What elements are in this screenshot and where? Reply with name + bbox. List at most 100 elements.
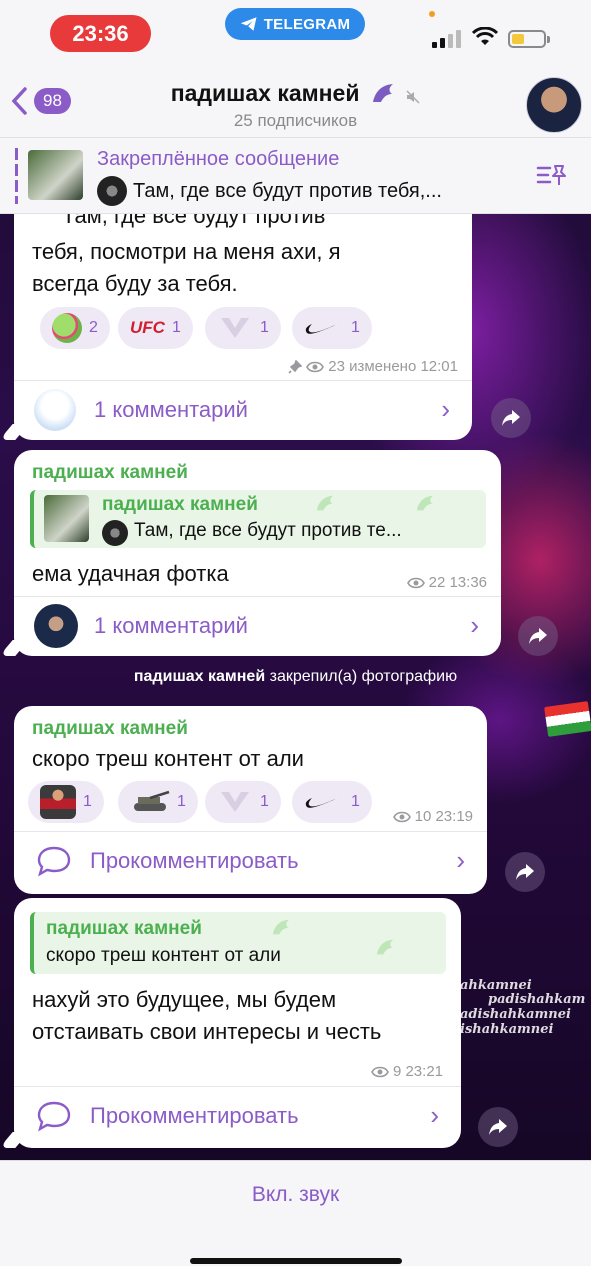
watermark-emblem-icon xyxy=(272,919,290,935)
message-meta: 23 изменено 12:01 xyxy=(288,358,458,375)
comment-button[interactable]: Прокомментировать › xyxy=(14,831,487,889)
reply-sender: падишах камней xyxy=(46,918,202,939)
telegram-pill[interactable]: TELEGRAM xyxy=(225,8,365,40)
watermark-text: ahkamnei xyxy=(460,978,532,993)
status-time[interactable]: 23:36 xyxy=(50,15,151,52)
nike-swoosh-icon xyxy=(305,322,342,334)
message-meta: 9 23:21 xyxy=(371,1063,443,1080)
reaction-count: 1 xyxy=(260,793,269,810)
pinned-thumbnail xyxy=(28,150,83,200)
share-arrow-icon xyxy=(489,1119,507,1135)
reaction-count: 1 xyxy=(351,319,360,336)
reaction-count: 1 xyxy=(171,319,181,336)
pinned-text: Там, где все будут против тебя,... xyxy=(133,179,442,202)
mic-indicator-dot xyxy=(429,11,435,17)
reaction-chip[interactable]: UFC 1 xyxy=(118,307,193,349)
share-arrow-icon xyxy=(529,628,547,644)
reaction-chip[interactable]: 1 xyxy=(118,781,198,823)
message-bubble[interactable]: падишах камней падишах камней Там, где в… xyxy=(14,450,501,656)
telegram-icon xyxy=(240,17,257,31)
fighter-sticker-icon xyxy=(40,785,76,819)
status-bar: 23:36 TELEGRAM xyxy=(0,0,591,52)
view-count-time: 22 13:36 xyxy=(428,574,487,591)
message-text-line: всегда буду за тебя. xyxy=(32,271,238,296)
reaction-chip[interactable]: 1 xyxy=(292,781,372,823)
reply-text: скоро треш контент от али xyxy=(46,945,281,966)
sender-name: падишах камней xyxy=(32,718,188,739)
view-count-time: 23 изменено 12:01 xyxy=(328,358,458,375)
message-text: скоро треш контент от али xyxy=(32,746,304,771)
reply-mini-avatar xyxy=(102,520,128,546)
pinned-preview: Там, где все будут против тебя,... xyxy=(97,176,442,206)
eye-icon xyxy=(306,361,325,372)
sender-name: падишах камней xyxy=(32,462,188,483)
share-arrow-icon xyxy=(502,410,520,426)
service-text: закрепил(а) фотографию xyxy=(269,668,458,685)
chevron-right-icon: › xyxy=(470,610,479,640)
service-actor: падишах камней xyxy=(133,668,266,685)
comment-bubble-icon xyxy=(37,846,71,877)
message-text-line: отстаивать свои интересы и честь xyxy=(32,1019,382,1044)
unmute-button[interactable]: Вкл. звук xyxy=(0,1183,591,1207)
share-button[interactable] xyxy=(518,616,558,656)
wifi-icon xyxy=(472,27,498,45)
cellular-signal-icon xyxy=(432,30,461,48)
reaction-chip[interactable]: 1 xyxy=(28,781,104,823)
tajik-flag-sticker xyxy=(544,701,591,737)
bottom-bar: Вкл. звук xyxy=(0,1160,591,1266)
eye-icon xyxy=(406,577,425,588)
comments-label: 1 комментарий xyxy=(94,612,248,638)
chat-header: 98 падишах камней 25 подписчиков xyxy=(0,52,591,137)
watermark-text: padishahkam xyxy=(488,992,586,1007)
watermark-text: adishahkamnei xyxy=(460,1007,571,1022)
channel-title[interactable]: падишах камней xyxy=(0,80,591,107)
ufc-logo-icon: UFC xyxy=(130,318,165,337)
grey-emblem-icon xyxy=(221,792,249,812)
comments-button[interactable]: 1 комментарий › xyxy=(14,596,501,654)
subscriber-count: 25 подписчиков xyxy=(233,111,358,130)
channel-avatar[interactable] xyxy=(526,77,582,133)
reaction-count: 1 xyxy=(351,793,360,810)
share-arrow-icon xyxy=(516,864,534,880)
reply-text: Там, где все будут против те... xyxy=(134,520,402,541)
battery-icon xyxy=(508,30,550,48)
view-count-time: 10 23:19 xyxy=(414,808,473,825)
message-text-line: тебя, посмотри на меня ахи, я xyxy=(32,239,341,264)
reaction-chip[interactable]: 1 xyxy=(205,307,281,349)
pin-icon xyxy=(288,359,303,374)
message-text: ема удачная фотка xyxy=(32,561,229,586)
share-button[interactable] xyxy=(505,852,545,892)
pinned-mini-avatar xyxy=(97,176,127,206)
message-bubble[interactable]: падишах камней скоро треш контент от али… xyxy=(14,706,487,894)
reaction-count: 2 xyxy=(89,319,98,336)
reply-preview[interactable]: падишах камней скоро треш контент от али xyxy=(30,912,446,974)
watermark-emblem-icon xyxy=(376,939,394,955)
telegram-pill-label: TELEGRAM xyxy=(263,15,351,33)
reaction-count: 1 xyxy=(83,793,92,810)
comment-bubble-icon xyxy=(37,1101,71,1132)
message-meta: 10 23:19 xyxy=(392,808,473,825)
eye-icon xyxy=(392,811,411,822)
pinned-list-icon[interactable] xyxy=(536,160,568,188)
comments-button[interactable]: 1 комментарий › xyxy=(14,380,472,438)
message-text-partial: Там, где все будут против xyxy=(62,214,326,228)
message-bubble[interactable]: падишах камней скоро треш контент от али… xyxy=(14,898,461,1148)
reaction-chip[interactable]: 1 xyxy=(292,307,372,349)
watermark-text: ishahkamnei xyxy=(460,1022,554,1037)
reaction-chip[interactable]: 2 xyxy=(40,307,110,349)
message-bubble[interactable]: Там, где все будут против тебя, посмотри… xyxy=(14,214,472,440)
grey-emblem-icon xyxy=(221,318,249,338)
commenter-avatar xyxy=(34,388,76,431)
reaction-chip[interactable]: 1 xyxy=(205,781,281,823)
watermark-emblem-icon xyxy=(316,495,334,511)
pinned-title: Закреплённое сообщение xyxy=(97,148,340,170)
eye-icon xyxy=(371,1066,389,1077)
pinned-message-bar[interactable]: Закреплённое сообщение Там, где все буду… xyxy=(0,137,591,214)
share-button[interactable] xyxy=(478,1107,518,1147)
home-indicator[interactable] xyxy=(190,1258,402,1264)
comment-button[interactable]: Прокомментировать › xyxy=(14,1086,461,1144)
reply-preview[interactable]: падишах камней Там, где все будут против… xyxy=(30,490,486,548)
chevron-right-icon: › xyxy=(441,394,450,424)
share-button[interactable] xyxy=(491,398,531,438)
nike-swoosh-icon xyxy=(305,796,342,808)
